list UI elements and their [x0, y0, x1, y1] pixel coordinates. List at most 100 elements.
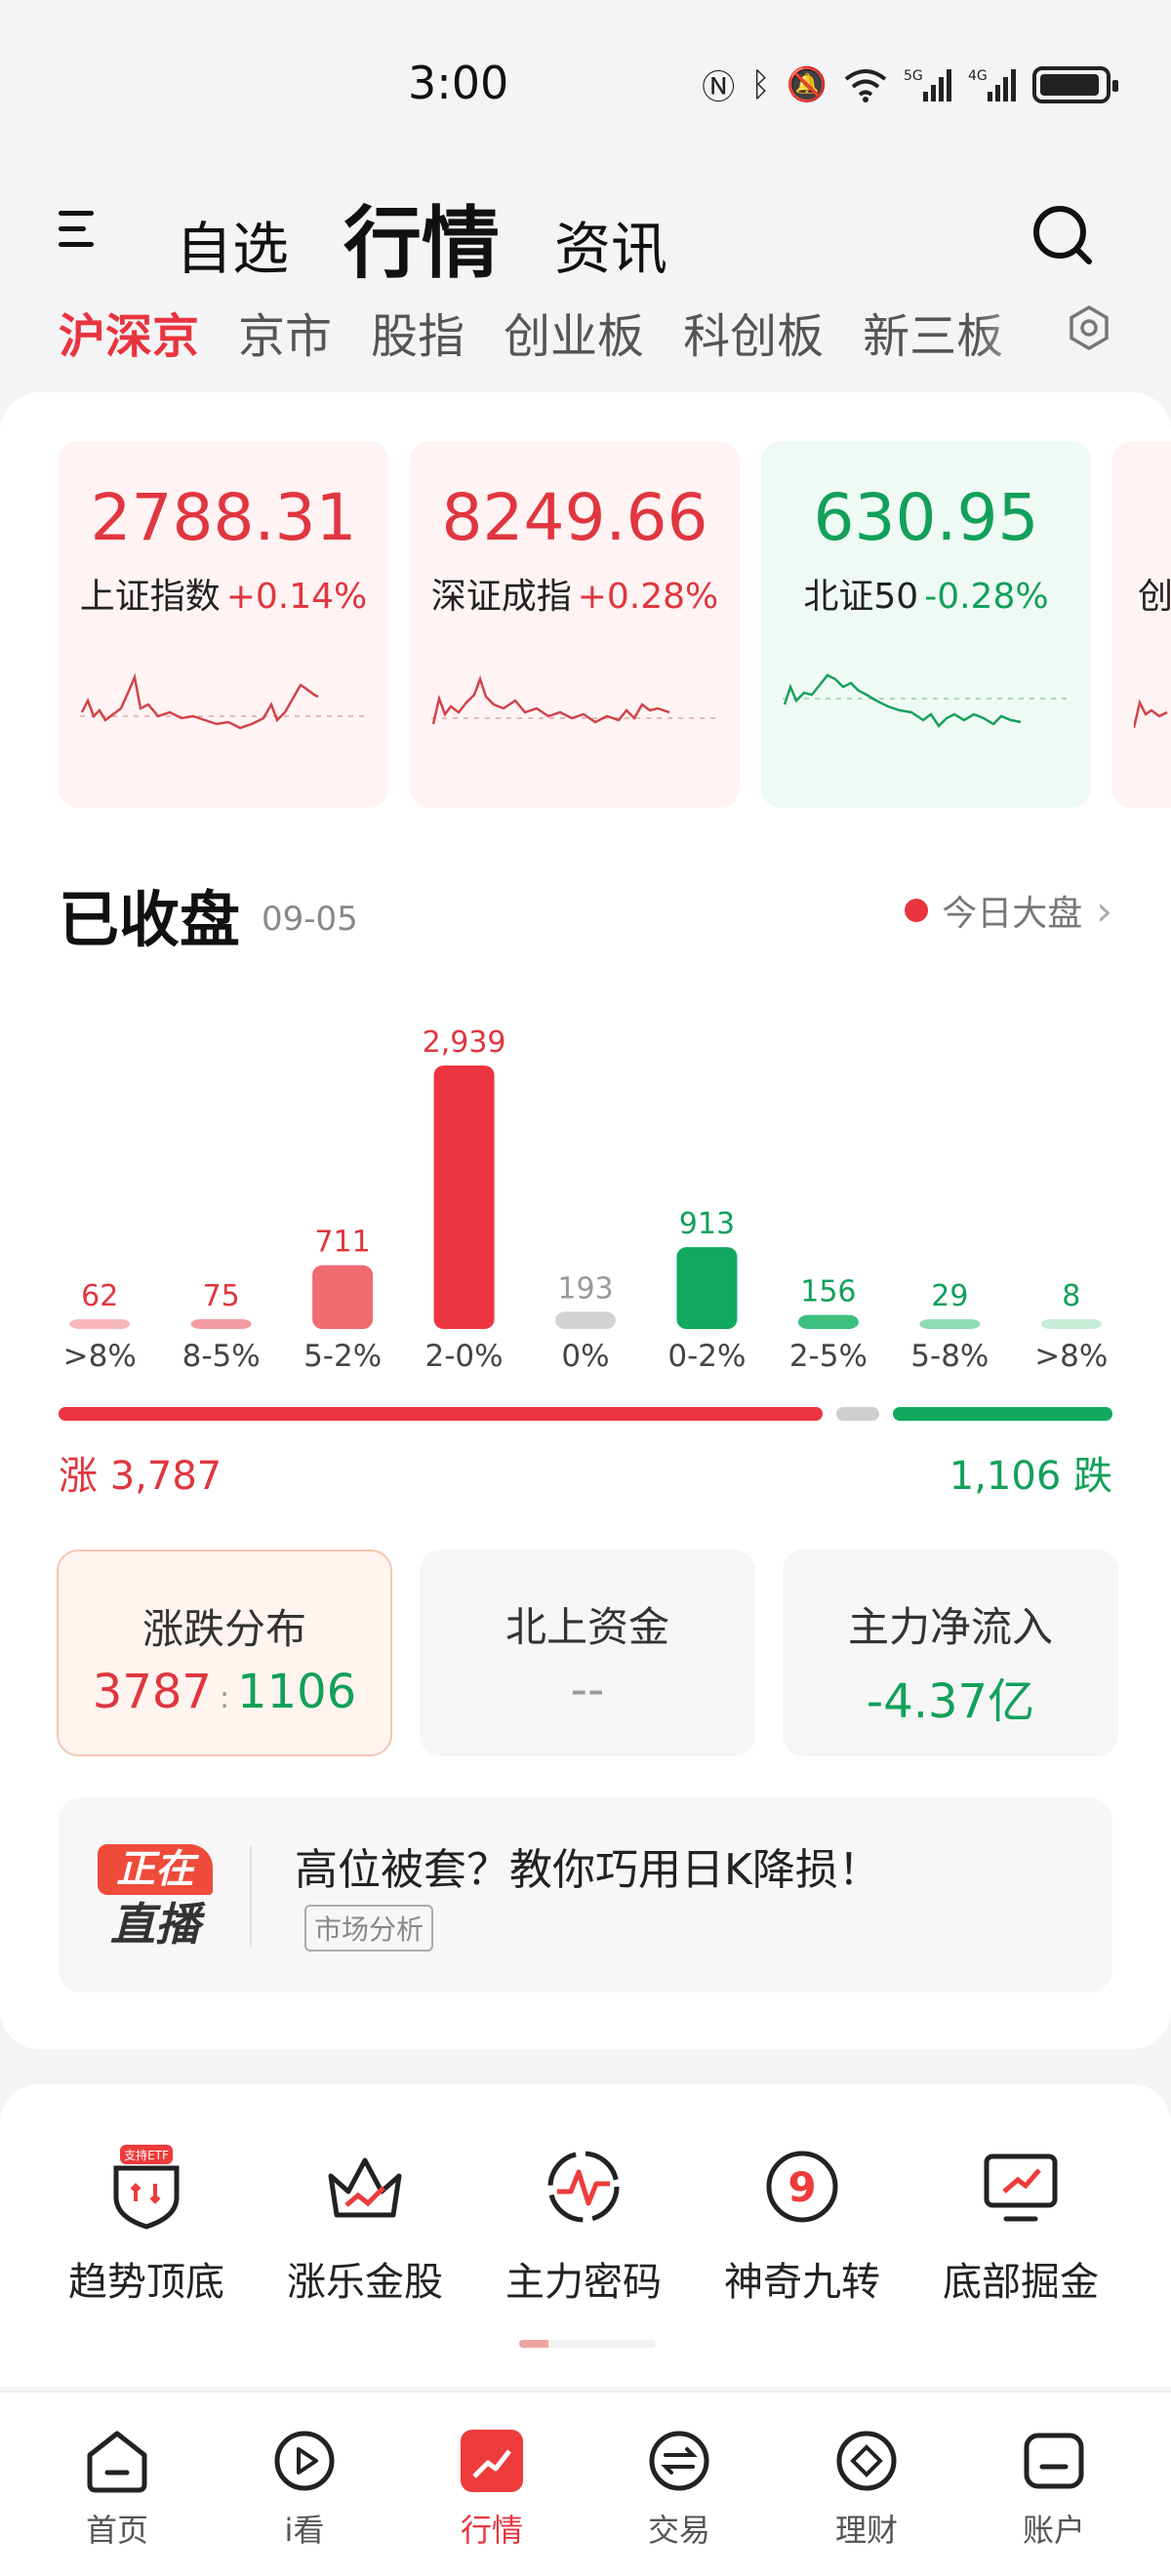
signal-5g-icon: 5G [904, 68, 951, 101]
monitor-chart-icon [984, 2153, 1058, 2222]
ratio-down-segment [893, 1407, 1112, 1421]
nfc-icon: Ⓝ [702, 68, 736, 107]
subtab-jingshi[interactable]: 京市 [238, 298, 332, 366]
subtab-kechuangban[interactable]: 科创板 [683, 298, 824, 366]
tools-card: 支持ETF 趋势顶底 涨乐金股 主力密码 9 神奇九转 底部掘金 [0, 2084, 1171, 2387]
distribution-category-label: >8% [1034, 1339, 1108, 1368]
distribution-value-label: 75 [203, 1279, 240, 1313]
live-title: 高位被套？教你巧用日K降损！ [295, 1845, 881, 1895]
tool-trend-top-bottom[interactable]: 支持ETF 趋势顶底 [39, 2143, 254, 2307]
index-card-beizheng50[interactable]: 630.95 北证50 -0.28% [761, 441, 1091, 808]
distribution-bar [433, 1066, 495, 1329]
nav-ikan[interactable]: i看 [226, 2424, 383, 2551]
index-card-shanghai[interactable]: 2788.31 上证指数 +0.14% [59, 441, 388, 808]
distribution-value-label: 711 [314, 1226, 370, 1260]
distribution-bar [312, 1265, 374, 1329]
svg-text:9: 9 [787, 2163, 816, 2211]
live-badge-bottom: 直播 [110, 1898, 200, 1951]
tool-main-force-code[interactable]: 主力密码 [476, 2143, 691, 2307]
tab-news[interactable]: 资讯 [554, 221, 667, 283]
index-card-shenzhen[interactable]: 8249.66 深证成指 +0.28% [410, 441, 740, 808]
nav-home[interactable]: 首页 [39, 2424, 195, 2551]
nav-market[interactable]: 行情 [414, 2424, 570, 2551]
tool-magic-nine[interactable]: 9 神奇九转 [695, 2143, 909, 2307]
tool-label: 趋势顶底 [68, 2260, 224, 2305]
distribution-value-label: 8 [1062, 1279, 1080, 1313]
distribution-bar [1040, 1319, 1102, 1329]
market-overview-card: 2788.31 上证指数 +0.14% 8249.66 深证成指 +0.28% 63… [0, 392, 1171, 2049]
live-broadcast-banner[interactable]: 正在 直播 高位被套？教你巧用日K降损！ 市场分析 [59, 1797, 1112, 1992]
tab-market[interactable]: 行情 [343, 205, 500, 283]
tab-watchlist[interactable]: 自选 [176, 221, 289, 283]
tool-label: 涨乐金股 [287, 2260, 443, 2305]
distribution-category-label: 5-2% [303, 1339, 382, 1368]
stat-value: -4.37亿 [866, 1674, 1035, 1729]
index-cards: 2788.31 上证指数 +0.14% 8249.66 深证成指 +0.28% 63… [59, 441, 1171, 808]
distribution-category-label: 2-0% [425, 1339, 504, 1368]
tool-label: 神奇九转 [724, 2260, 880, 2305]
index-label: 深证成指 +0.28% [410, 568, 740, 619]
status-time: 3:00 [408, 57, 509, 109]
distribution-value-label: 2,939 [423, 1026, 506, 1060]
stat-card-northbound[interactable]: 北上资金 -- [420, 1550, 755, 1756]
wifi-icon [844, 68, 887, 102]
down-total-label: 1,106 跌 [949, 1454, 1112, 1499]
index-name: 深证成指 [430, 577, 572, 617]
sparkline-beizheng50 [783, 673, 1070, 728]
search-icon[interactable] [1030, 203, 1093, 265]
top-nav: 自选 行情 资讯 [0, 166, 1171, 293]
mute-icon: 🔕 [786, 64, 828, 104]
nine-circle-icon: 9 [766, 2151, 838, 2223]
index-value: 8249.66 [441, 480, 708, 555]
stat-title: 主力净流入 [847, 1603, 1053, 1651]
live-badge-icon: 正在 直播 [98, 1844, 213, 1952]
ratio-up-segment [59, 1407, 824, 1421]
subtab-chuangyeban[interactable]: 创业板 [504, 298, 644, 366]
tool-bottom-gold[interactable]: 底部掘金 [913, 2143, 1128, 2307]
nav-account[interactable]: 账户 [976, 2424, 1132, 2551]
index-name: 北证50 [803, 577, 919, 617]
stat-value: -- [570, 1663, 605, 1717]
stat-separator: : [219, 1681, 230, 1715]
nav-label: 首页 [85, 2512, 148, 2549]
status-bar: 3:00 Ⓝ ᛒ 🔕 5G 4G [0, 0, 1171, 166]
svg-text:5G: 5G [904, 68, 923, 84]
index-value: 630.95 [813, 480, 1039, 555]
index-label: 北证50 -0.28% [761, 568, 1091, 619]
stat-up-count: 3787 [92, 1665, 212, 1719]
index-name: 创 [1138, 577, 1171, 617]
up-total-label: 涨 3,787 [59, 1454, 222, 1499]
sparkline-shanghai [80, 672, 367, 730]
stat-value: 3787:1106 [59, 1665, 390, 1719]
index-card-chuangye[interactable]: 创 [1112, 441, 1171, 808]
nav-trade[interactable]: 交易 [601, 2424, 757, 2551]
tool-zhangle-gold[interactable]: 涨乐金股 [258, 2143, 472, 2307]
menu-icon[interactable] [59, 203, 101, 254]
trend-shield-icon: 支持ETF [113, 2145, 180, 2230]
distribution-category-label: 8-5% [182, 1339, 261, 1368]
bottom-nav: 首页 i看 行情 交易 理财 账户 [0, 2391, 1171, 2576]
signal-4g-icon: 4G [968, 68, 1016, 101]
crown-chart-icon [328, 2157, 402, 2218]
distribution-value-label: 62 [81, 1279, 118, 1313]
distribution-value-label: 913 [679, 1207, 735, 1241]
account-icon [1024, 2433, 1084, 2489]
svg-text:支持ETF: 支持ETF [124, 2148, 169, 2162]
subtab-guzhi[interactable]: 股指 [371, 298, 464, 366]
subtab-hushenjing[interactable]: 沪深京 [59, 298, 199, 366]
tool-label: 底部掘金 [943, 2260, 1099, 2305]
market-closed-date: 09-05 [262, 900, 358, 939]
today-market-link[interactable]: 今日大盘 › [905, 885, 1112, 936]
distribution-category-label: 0-2% [667, 1339, 746, 1368]
distribution-category-label: 2-5% [789, 1339, 868, 1368]
index-value: 2788.31 [90, 480, 357, 555]
stat-card-distribution[interactable]: 涨跌分布 3787:1106 [57, 1550, 392, 1756]
nav-label: 账户 [1022, 2512, 1085, 2549]
distribution-value-label: 29 [931, 1279, 968, 1313]
nav-wealth[interactable]: 理财 [788, 2424, 945, 2551]
distribution-category-label: 0% [561, 1339, 609, 1368]
status-icons: Ⓝ ᛒ 🔕 5G 4G [702, 60, 1118, 108]
gear-icon[interactable] [1066, 304, 1112, 351]
stat-cards: 涨跌分布 3787:1106 北上资金 -- 主力净流入 -4.37亿 [57, 1550, 1118, 1756]
stat-card-main-inflow[interactable]: 主力净流入 -4.37亿 [783, 1550, 1118, 1756]
